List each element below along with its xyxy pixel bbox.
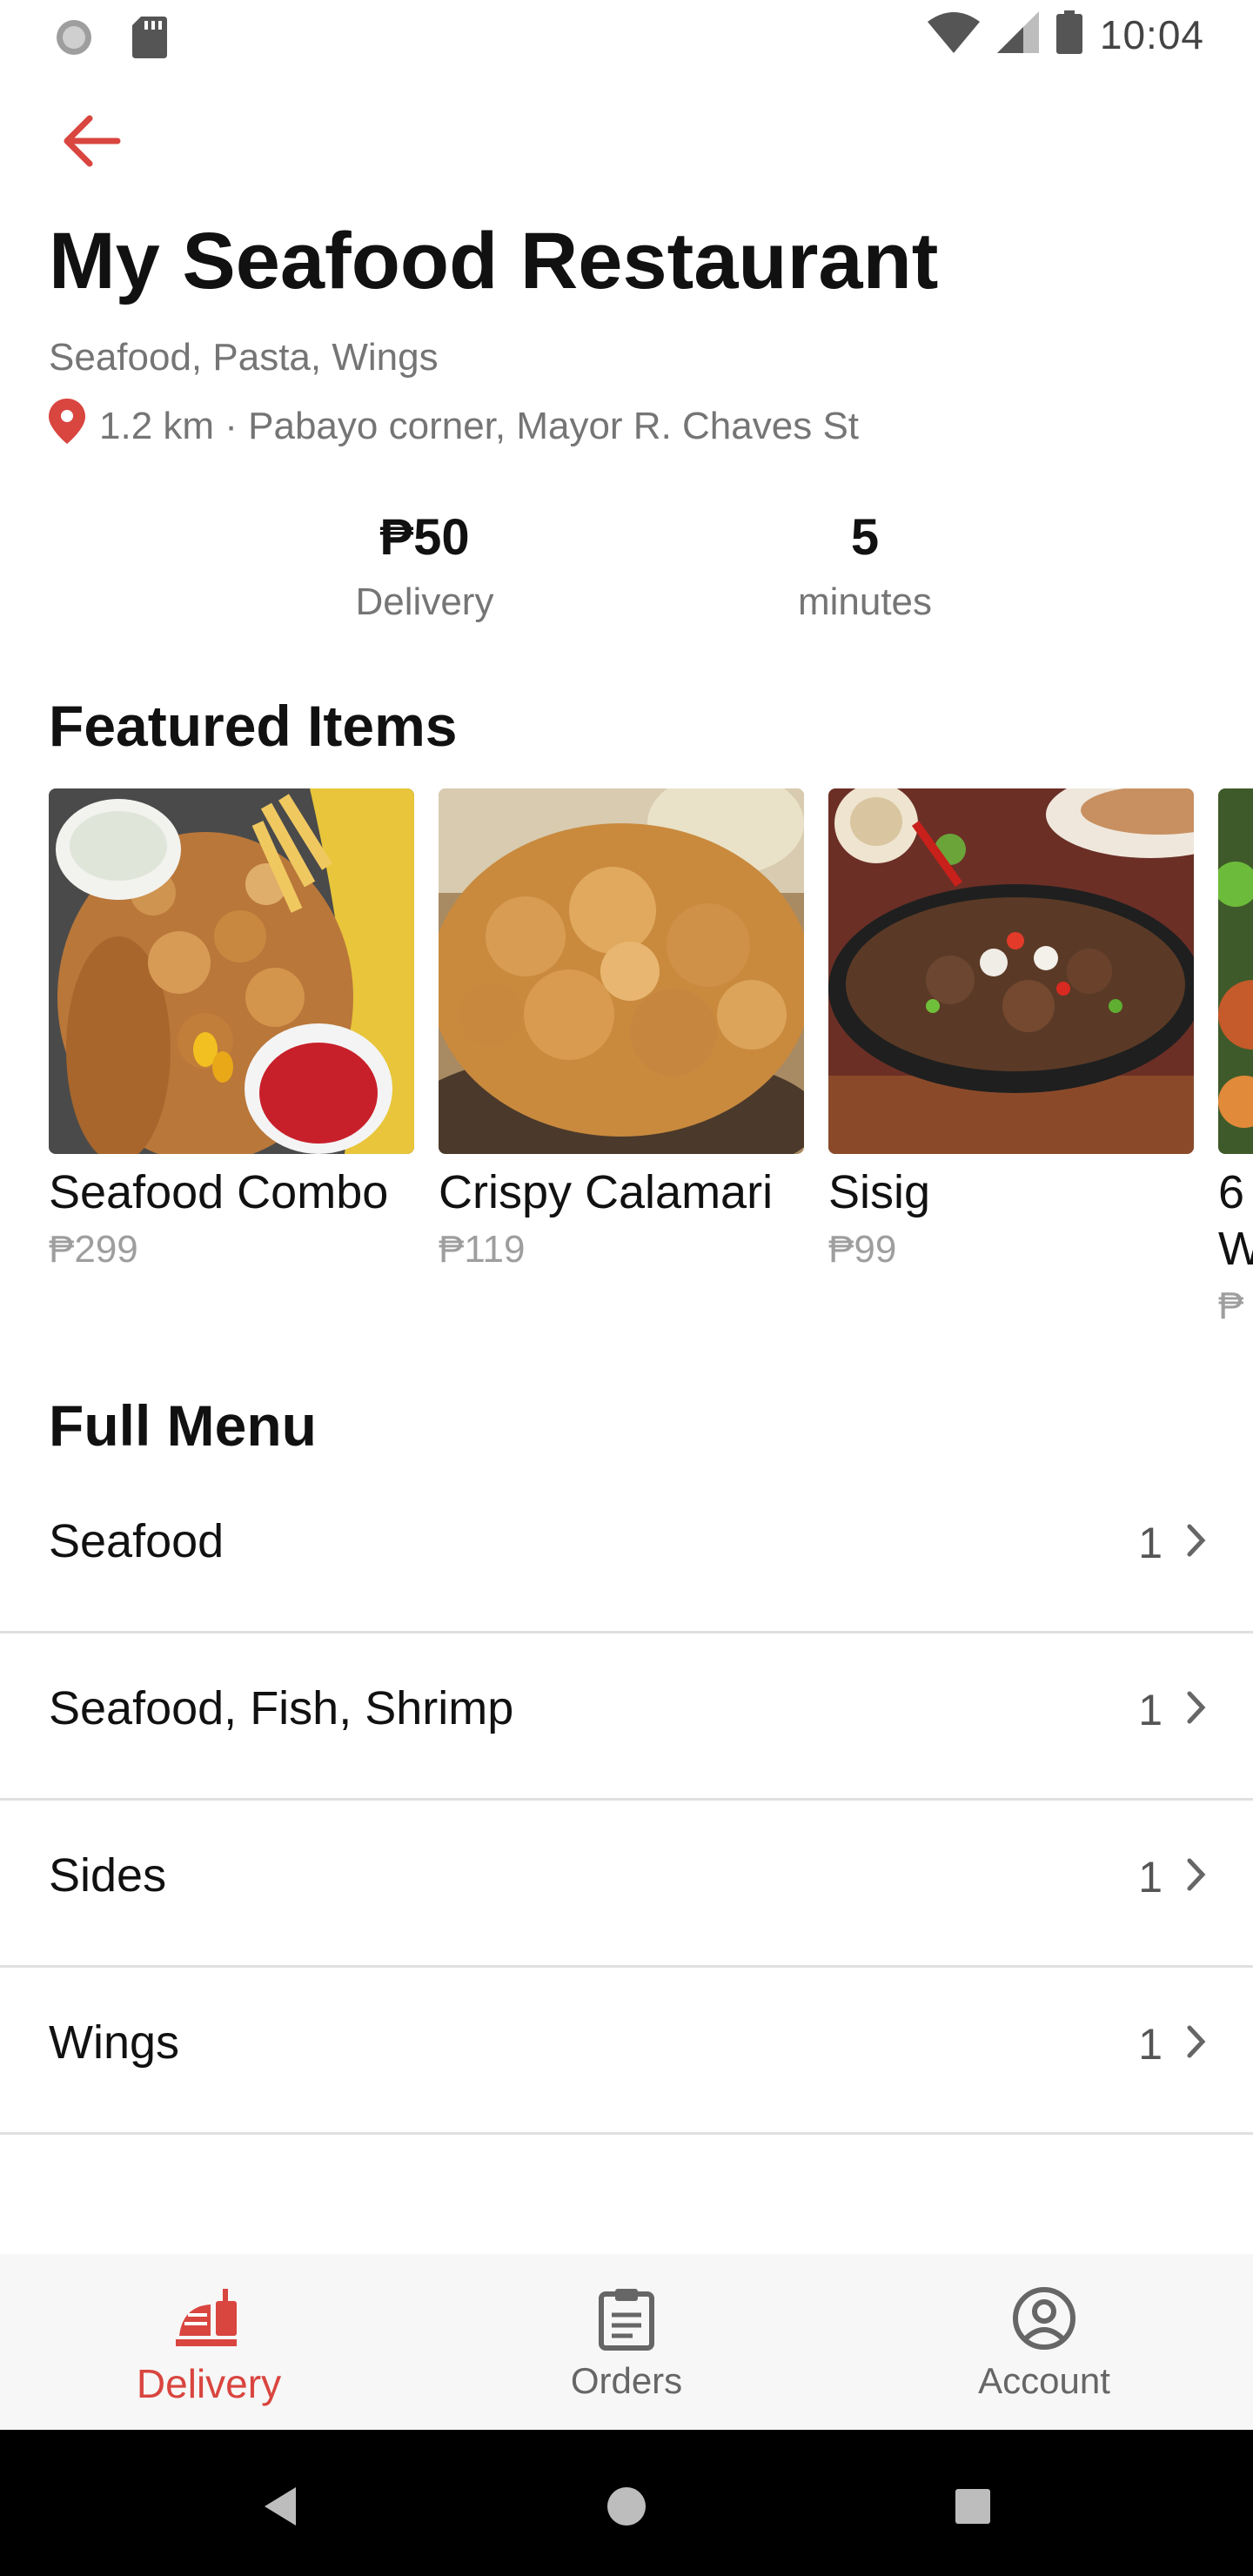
delivery-time-label: minutes <box>797 580 933 623</box>
chevron-right-icon <box>1185 1690 1208 1729</box>
menu-category-row[interactable]: Sides 1 <box>0 1800 1253 1968</box>
system-home-button[interactable] <box>592 2473 661 2543</box>
sd-card-icon <box>132 17 167 63</box>
item-price: ₱ <box>1218 1284 1244 1327</box>
back-button[interactable] <box>50 103 131 183</box>
system-recents-button[interactable] <box>938 2473 1008 2543</box>
full-menu-title: Full Menu <box>49 1393 317 1458</box>
food-image <box>49 788 414 1154</box>
item-name: Seafood Combo <box>49 1166 389 1218</box>
chevron-right-icon <box>1185 1523 1208 1562</box>
featured-card[interactable]: 6 W ₱ <box>1218 788 1253 1328</box>
chevron-right-icon <box>1185 1857 1208 1896</box>
item-name: Crispy Calamari <box>439 1166 774 1218</box>
featured-card[interactable]: Sisig ₱99 <box>828 788 1194 1271</box>
delivery-time-value: 5 <box>850 509 880 566</box>
nav-orders[interactable]: Orders <box>418 2254 835 2430</box>
item-name: Sisig <box>828 1166 931 1218</box>
delivery-fee-stat: ₱50 Delivery <box>242 508 607 624</box>
item-price: ₱299 <box>49 1227 138 1271</box>
delivery-icon <box>172 2285 245 2356</box>
category-label: Seafood <box>49 1515 224 1567</box>
system-back-button[interactable] <box>245 2473 315 2543</box>
delivery-time-stat: 5 minutes <box>682 508 1048 624</box>
restaurant-title: My Seafood Restaurant <box>49 217 939 305</box>
triangle-back-icon <box>261 2485 299 2532</box>
featured-card[interactable]: Crispy Calamari ₱119 <box>439 788 804 1271</box>
featured-card[interactable]: Seafood Combo ₱299 <box>49 788 414 1271</box>
wifi-icon <box>927 11 980 57</box>
menu-category-row[interactable]: Seafood 1 <box>0 1466 1253 1633</box>
item-name: 6 <box>1218 1166 1245 1218</box>
status-bar: 10:04 <box>0 0 1253 73</box>
cuisine-tags: Seafood, Pasta, Wings <box>49 336 439 379</box>
arrow-left-icon <box>60 114 121 172</box>
category-count: 1 <box>1138 1853 1163 1902</box>
featured-carousel[interactable]: Seafood Combo ₱299 Crispy Calamari ₱119 <box>49 788 1253 1328</box>
circle-home-icon <box>606 2485 647 2532</box>
food-image <box>1218 788 1253 1154</box>
square-recents-icon <box>954 2487 992 2530</box>
sync-icon <box>52 16 96 64</box>
delivery-fee-label: Delivery <box>355 580 494 623</box>
category-count: 1 <box>1138 1519 1163 1567</box>
nav-delivery-label: Delivery <box>136 2361 282 2406</box>
battery-icon <box>1055 10 1082 58</box>
account-circle-icon <box>1011 2285 1077 2356</box>
address-text: 1.2 km · Pabayo corner, Mayor R. Chaves … <box>99 404 860 447</box>
food-image <box>439 788 804 1154</box>
item-name-line2: W <box>1218 1222 1253 1275</box>
nav-orders-label: Orders <box>570 2360 683 2401</box>
item-price: ₱99 <box>828 1227 897 1271</box>
category-label: Sides <box>49 1849 167 1902</box>
featured-items-title: Featured Items <box>49 694 458 758</box>
chevron-right-icon <box>1185 2024 1208 2063</box>
category-label: Seafood, Fish, Shrimp <box>49 1682 514 1734</box>
nav-account[interactable]: Account <box>835 2254 1253 2430</box>
category-count: 1 <box>1138 1686 1163 1734</box>
nav-delivery[interactable]: Delivery <box>0 2254 418 2430</box>
clipboard-icon <box>596 2285 657 2356</box>
status-time: 10:04 <box>1099 11 1204 57</box>
nav-account-label: Account <box>978 2360 1110 2401</box>
restaurant-address: 1.2 km · Pabayo corner, Mayor R. Chaves … <box>49 399 859 453</box>
menu-category-row[interactable]: Seafood, Fish, Shrimp 1 <box>0 1633 1253 1801</box>
cell-signal-icon <box>996 11 1039 57</box>
delivery-fee-value: ₱50 <box>379 509 470 566</box>
location-pin-icon <box>49 399 85 453</box>
item-price: ₱119 <box>439 1227 526 1271</box>
category-label: Wings <box>49 2016 180 2069</box>
category-count: 1 <box>1138 2020 1163 2069</box>
menu-category-row[interactable]: Wings 1 <box>0 1967 1253 2135</box>
food-image <box>828 788 1194 1154</box>
bottom-navigation: Delivery Orders Account <box>0 2254 1253 2430</box>
system-navigation-bar <box>0 2430 1253 2576</box>
